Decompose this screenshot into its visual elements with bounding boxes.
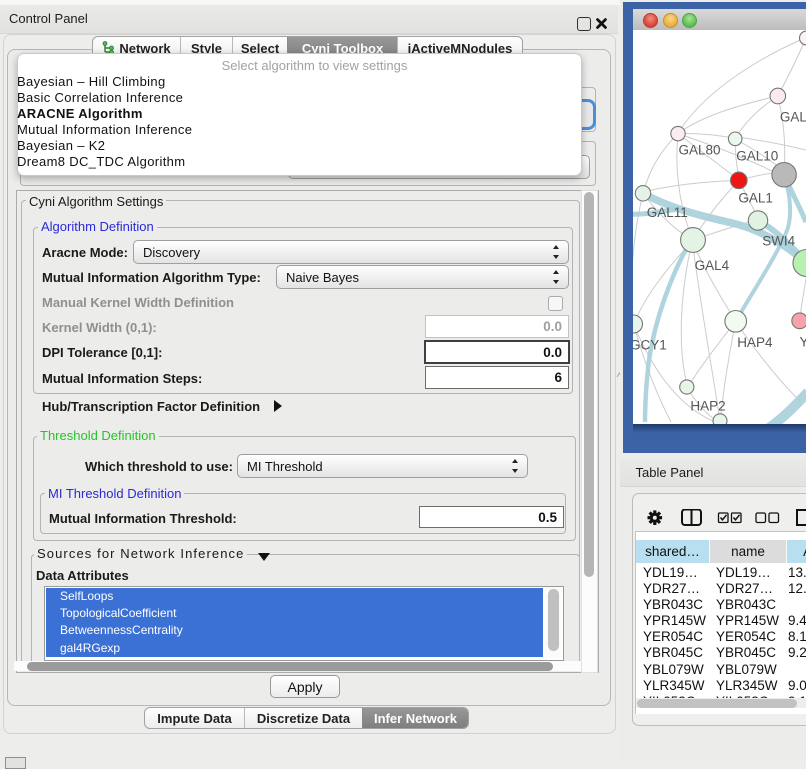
- svg-text:GAL4: GAL4: [695, 258, 730, 273]
- svg-text:Y: Y: [800, 334, 806, 349]
- svg-text:HAP4: HAP4: [737, 335, 773, 350]
- svg-text:SWI4: SWI4: [762, 234, 795, 249]
- svg-text:GAL80: GAL80: [679, 142, 721, 157]
- svg-text:GAL10: GAL10: [736, 149, 778, 164]
- svg-text:GAL11: GAL11: [647, 205, 688, 220]
- svg-text:GAL1: GAL1: [738, 190, 773, 205]
- svg-text:GAL2: GAL2: [780, 110, 806, 125]
- svg-text:HAP2: HAP2: [690, 398, 725, 413]
- svg-text:GCY1: GCY1: [633, 338, 667, 353]
